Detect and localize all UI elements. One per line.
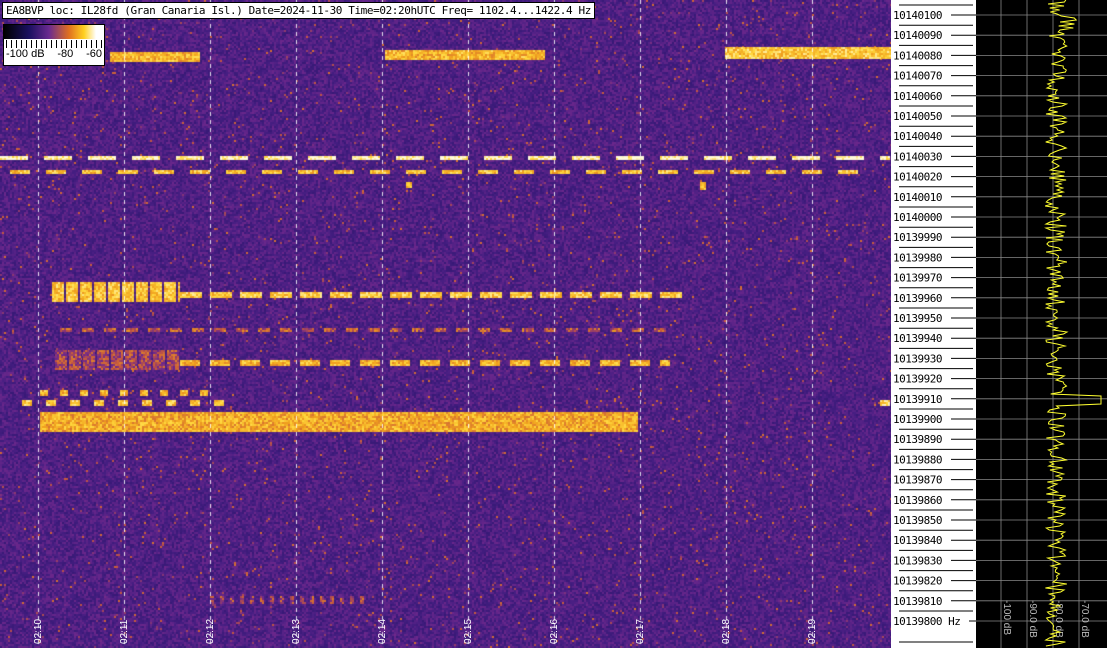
time-tick-label: 02:14	[376, 618, 388, 644]
spectrum-panel: -100 dB -90.0 dB -80.0 dB -70.0 dB	[976, 0, 1107, 648]
frequency-tick-label: 10139920	[893, 373, 942, 386]
frequency-tick-label: 10140030	[893, 150, 942, 163]
frequency-tick-label: 10139810	[893, 595, 942, 608]
time-tick-label: 02:18	[720, 618, 732, 644]
spectrum-db-label: -90.0 dB	[1027, 600, 1038, 638]
time-tick-label: 02:12	[204, 618, 216, 644]
frequency-tick-label: 10140020	[893, 171, 942, 184]
colorbar-label: -100 dB	[6, 48, 45, 60]
colorbar-label: -80	[57, 48, 74, 60]
frequency-tick-label: 10139840	[893, 534, 942, 547]
frequency-tick-label: 10140010	[893, 191, 942, 204]
frequency-tick-label: 10139820	[893, 575, 942, 588]
spectrum-db-label: -70.0 dB	[1079, 600, 1090, 638]
frequency-tick-label: 10139980	[893, 251, 942, 264]
frequency-tick-label: 10140040	[893, 130, 942, 143]
time-tick-label: 02:13	[290, 618, 302, 644]
colorbar-gradient	[4, 25, 104, 39]
frequency-tick-label: 10139870	[893, 474, 942, 487]
time-tick-label: 02:10	[32, 618, 44, 644]
frequency-tick-label: 10139960	[893, 292, 942, 305]
frequency-tick-label: 10139970	[893, 272, 942, 285]
time-tick-label: 02:15	[462, 618, 474, 644]
frequency-tick-label: 10140090	[893, 29, 942, 42]
frequency-tick-label: 10139860	[893, 494, 942, 507]
frequency-tick-label: 10140080	[893, 49, 942, 62]
time-tick-label: 02:16	[548, 618, 560, 644]
frequency-axis: 10140100 10140090 10140080 10140070 10140060…	[891, 0, 976, 648]
frequency-tick-label: 10139990	[893, 231, 942, 244]
spectrum-trace	[1044, 0, 1102, 647]
frequency-tick-label: 10140060	[893, 90, 942, 103]
frequency-tick-label: 10140050	[893, 110, 942, 123]
frequency-tick-label: 10139900	[893, 413, 942, 426]
frequency-tick-label: 10139880	[893, 453, 942, 466]
spectrum-db-label: -100 dB	[1001, 600, 1012, 635]
frequency-tick-label: 10139930	[893, 352, 942, 365]
colorbar-ticks	[6, 40, 102, 48]
waterfall-title: EA8BVP loc: IL28fd (Gran Canaria Isl.) D…	[2, 2, 595, 19]
frequency-tick-label: 10139940	[893, 332, 942, 345]
frequency-tick-label: 10140000	[893, 211, 942, 224]
frequency-tick-label: 10139950	[893, 312, 942, 325]
frequency-tick-label: 10140100	[893, 9, 942, 22]
frequency-tick-label: 10139850	[893, 514, 942, 527]
frequency-tick-label: 10139830	[893, 554, 942, 567]
colorbar-label: -60	[86, 48, 102, 60]
colorbar-legend: -100 dB -80 -60	[3, 24, 105, 66]
time-tick-label: 02:11	[118, 619, 130, 644]
time-tick-label: 02:19	[806, 618, 818, 644]
frequency-tick-label: 10139910	[893, 393, 942, 406]
frequency-tick-label: 10140070	[893, 70, 942, 83]
frequency-tick-label: 10139890	[893, 433, 942, 446]
frequency-tick-label: 10139800 Hz	[893, 615, 960, 628]
time-tick-label: 02:17	[634, 618, 646, 644]
waterfall-spectrogram	[0, 0, 891, 648]
